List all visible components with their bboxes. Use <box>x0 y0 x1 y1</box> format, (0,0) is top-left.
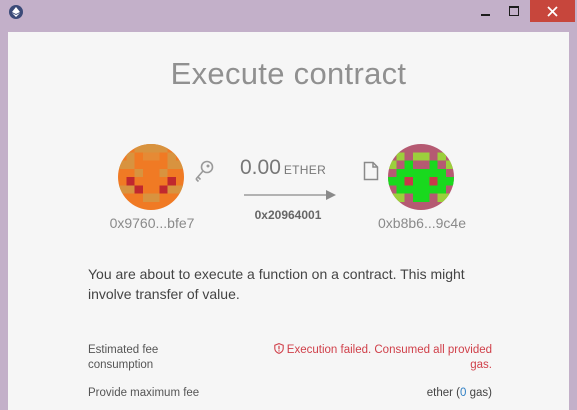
close-button[interactable] <box>530 0 575 22</box>
key-icon <box>195 160 214 183</box>
amount-value: 0.00 <box>240 156 281 179</box>
window-frame: Execute contract 0x9760...bfe7 0.00 ETHE… <box>0 26 577 410</box>
function-id: 0x20964001 <box>254 208 322 222</box>
from-identicon <box>118 144 184 210</box>
minimize-button[interactable] <box>470 0 500 22</box>
max-fee-value: ether (0 gas) <box>338 386 492 401</box>
document-icon <box>363 161 379 181</box>
to-identicon <box>388 144 454 210</box>
close-icon <box>547 5 558 17</box>
shield-alert-icon <box>274 343 284 354</box>
amount-unit: ETHER <box>283 163 327 177</box>
window-titlebar <box>0 0 577 26</box>
max-fee-label: Provide maximum fee <box>88 387 200 399</box>
to-address: 0xb8b6...9c4e <box>378 215 466 231</box>
page-title: Execute contract <box>170 56 407 91</box>
execution-error: Execution failed. Consumed all provided … <box>260 343 492 373</box>
estimated-fee-label: Estimated fee consumption <box>88 344 159 371</box>
from-address: 0x9760...bfe7 <box>109 215 195 231</box>
maximize-button[interactable] <box>500 0 528 22</box>
dialog-content: Execute contract 0x9760...bfe7 0.00 ETHE… <box>8 32 569 410</box>
execute-message: You are about to execute a function on a… <box>88 266 465 302</box>
mist-icon <box>9 5 23 19</box>
gas-suffix: gas) <box>466 387 492 399</box>
amount: 0.00 ETHER <box>240 156 340 180</box>
arrow-right-icon <box>244 190 336 200</box>
execution-error-text: Execution failed. Consumed all provided … <box>286 344 492 371</box>
max-fee-unit: ether ( <box>426 387 461 399</box>
